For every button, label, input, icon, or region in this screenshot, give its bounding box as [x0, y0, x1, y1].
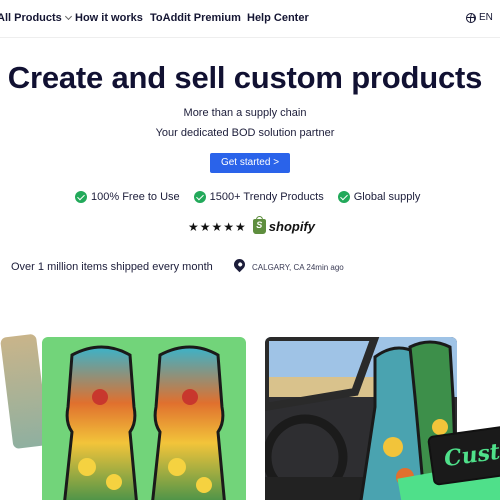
nav-how-it-works[interactable]: How it works [75, 12, 143, 24]
shopify-rating: ★★★★★ shopify [188, 216, 316, 234]
shopify-logo: shopify [252, 216, 316, 234]
language-selector[interactable]: EN [466, 12, 493, 23]
feature-item: 100% Free to Use [75, 191, 180, 203]
recent-order-location: CALGARY, CA 24min ago [252, 263, 344, 272]
top-nav: All Products How it works ToAddit Premiu… [0, 0, 500, 38]
shopify-bag-icon [252, 216, 266, 234]
feature-item: 1500+ Trendy Products [193, 191, 324, 203]
feature-label: Global supply [353, 191, 421, 203]
seat-cover-illustration [63, 345, 226, 500]
shipped-stat: Over 1 million items shipped every month [11, 261, 213, 273]
nav-premium[interactable]: ToAddit Premium [150, 12, 241, 24]
check-circle-icon [75, 191, 87, 203]
hero-subtitle-2: Your dedicated BOD solution partner [155, 127, 335, 139]
nav-all-products-label: All Products [0, 12, 62, 24]
check-circle-icon [337, 191, 350, 203]
feature-item: Global supply [337, 191, 421, 203]
product-image-seat-covers[interactable] [42, 337, 246, 500]
check-circle-icon [193, 191, 206, 203]
globe-icon [466, 12, 476, 23]
language-label: EN [479, 12, 493, 23]
feature-label: 100% Free to Use [91, 191, 180, 203]
location-pin-icon [231, 256, 248, 273]
chevron-down-icon [64, 12, 72, 21]
feature-list: 100% Free to Use 1500+ Trendy Products G… [75, 191, 420, 203]
star-rating: ★★★★★ [188, 219, 247, 234]
badge-text: Custo [442, 436, 500, 473]
nav-all-products[interactable]: All Products [0, 12, 72, 24]
page-title: Create and sell custom products [7, 60, 483, 95]
nav-help-center[interactable]: Help Center [247, 12, 309, 24]
feature-label: 1500+ Trendy Products [209, 191, 324, 203]
shopify-wordmark: shopify [268, 219, 316, 234]
hero-subtitle-1: More than a supply chain [183, 107, 307, 119]
get-started-button[interactable]: Get started > [210, 153, 290, 173]
